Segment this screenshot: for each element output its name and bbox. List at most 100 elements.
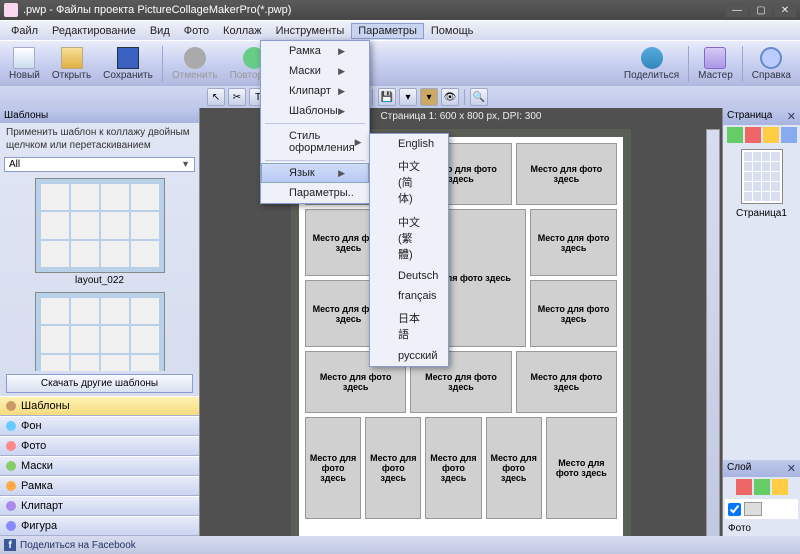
menu-item-masks[interactable]: Маски▶ bbox=[261, 61, 369, 81]
tool-pointer[interactable]: ↖ bbox=[207, 88, 225, 106]
left-tabs: Шаблоны Фон Фото Маски Рамка Клипарт Фиг… bbox=[0, 396, 199, 536]
templates-hint: Применить шаблон к коллажу двойным щелчк… bbox=[0, 123, 199, 155]
layer-label: Фото bbox=[723, 521, 800, 536]
menu-edit[interactable]: Редактирование bbox=[45, 23, 143, 39]
menu-photo[interactable]: Фото bbox=[177, 23, 216, 39]
status-text[interactable]: Поделиться на Facebook bbox=[20, 540, 136, 551]
lang-zh-simplified[interactable]: 中文(简体) bbox=[370, 154, 448, 210]
photo-slot[interactable]: Место для фото здесь bbox=[305, 417, 361, 519]
menu-bar: Файл Редактирование Вид Фото Коллаж Инст… bbox=[0, 20, 800, 40]
photo-slot[interactable]: Место для фото здесь bbox=[546, 417, 617, 519]
delete-layer-icon[interactable] bbox=[736, 479, 752, 495]
template-thumb[interactable]: layout_023 bbox=[35, 292, 165, 371]
tab-background[interactable]: Фон bbox=[0, 416, 199, 436]
save-button[interactable]: Сохранить bbox=[98, 45, 158, 83]
status-bar: f Поделиться на Facebook bbox=[0, 536, 800, 554]
options-menu: Рамка▶ Маски▶ Клипарт▶ Шаблоны▶ Стиль оф… bbox=[260, 40, 370, 204]
menu-file[interactable]: Файл bbox=[4, 23, 45, 39]
tool-crop[interactable]: ✂ bbox=[228, 88, 246, 106]
download-templates-button[interactable]: Скачать другие шаблоны bbox=[6, 374, 193, 393]
save-icon bbox=[117, 47, 139, 69]
share-button[interactable]: Поделиться bbox=[619, 45, 684, 83]
paste-page-icon[interactable] bbox=[781, 127, 797, 143]
toolbar-separator bbox=[742, 46, 743, 82]
lang-francais[interactable]: français bbox=[370, 286, 448, 306]
menu-options[interactable]: Параметры bbox=[351, 23, 424, 39]
app-icon bbox=[4, 3, 18, 17]
tab-shape[interactable]: Фигура bbox=[0, 516, 199, 536]
main-toolbar: Новый Открыть Сохранить Отменить Повтори… bbox=[0, 40, 800, 86]
undo-icon bbox=[184, 47, 206, 69]
photo-slot[interactable]: Место для фото здесь bbox=[516, 351, 617, 413]
photo-slot[interactable]: Место для фото здесь bbox=[365, 417, 421, 519]
page-thumb-label: Страница1 bbox=[723, 208, 800, 219]
minimize-button[interactable]: — bbox=[726, 3, 748, 17]
layer-thumb-icon bbox=[744, 502, 762, 516]
lang-russian[interactable]: русский bbox=[370, 346, 448, 366]
photo-slot[interactable]: Место для фото здесь bbox=[425, 417, 481, 519]
open-button[interactable]: Открыть bbox=[47, 45, 96, 83]
language-submenu: English 中文(简体) 中文(繁體) Deutsch français 日… bbox=[369, 133, 449, 367]
tool-save2[interactable]: 💾 bbox=[378, 88, 396, 106]
close-panel-icon[interactable]: ✕ bbox=[787, 110, 796, 123]
lang-english[interactable]: English bbox=[370, 134, 448, 154]
menu-item-templates[interactable]: Шаблоны▶ bbox=[261, 101, 369, 121]
window-title: .pwp - Файлы проекта PictureCollageMaker… bbox=[23, 4, 726, 16]
wizard-button[interactable]: Мастер bbox=[693, 45, 738, 83]
menu-item-clipart[interactable]: Клипарт▶ bbox=[261, 81, 369, 101]
photo-slot[interactable]: Место для фото здесь bbox=[530, 209, 617, 276]
delete-page-icon[interactable] bbox=[745, 127, 761, 143]
help-button[interactable]: Справка bbox=[747, 45, 796, 83]
menu-help[interactable]: Помощь bbox=[424, 23, 481, 39]
templates-header: Шаблоны bbox=[4, 110, 48, 121]
vertical-scrollbar[interactable] bbox=[706, 129, 720, 536]
template-filter[interactable]: All▼ bbox=[4, 157, 195, 172]
layer-visible-checkbox[interactable] bbox=[728, 503, 741, 516]
photo-slot[interactable]: Место для фото здесь bbox=[516, 143, 617, 205]
right-panel: Страница✕ Страница1 Слой✕ Фото bbox=[722, 108, 800, 536]
wizard-icon bbox=[704, 47, 726, 69]
tool-zoom[interactable]: 🔍 bbox=[470, 88, 488, 106]
page-panel-header: Страница bbox=[727, 110, 772, 123]
page-thumbnail[interactable] bbox=[741, 149, 783, 204]
down-layer-icon[interactable] bbox=[772, 479, 788, 495]
menu-item-language[interactable]: Язык▶ bbox=[261, 163, 369, 183]
up-layer-icon[interactable] bbox=[754, 479, 770, 495]
tab-clipart[interactable]: Клипарт bbox=[0, 496, 199, 516]
lang-deutsch[interactable]: Deutsch bbox=[370, 266, 448, 286]
tool-eye[interactable]: 👁 bbox=[441, 88, 459, 106]
tool-bg[interactable]: ▾ bbox=[420, 88, 438, 106]
layer-item[interactable] bbox=[725, 499, 798, 519]
tab-frame[interactable]: Рамка bbox=[0, 476, 199, 496]
menu-view[interactable]: Вид bbox=[143, 23, 177, 39]
lang-japanese[interactable]: 日本語 bbox=[370, 306, 448, 346]
menu-item-frame[interactable]: Рамка▶ bbox=[261, 41, 369, 61]
tool-strip: ↖ ✂ T ⟳ ↔ ▦ ▤ 💾 ▾ ▾ 👁 🔍 bbox=[0, 86, 800, 108]
menu-item-settings[interactable]: Параметры.. bbox=[261, 183, 369, 203]
undo-button[interactable]: Отменить bbox=[167, 45, 223, 83]
menu-item-style[interactable]: Стиль оформления▶ bbox=[261, 126, 369, 158]
tab-masks[interactable]: Маски bbox=[0, 456, 199, 476]
help-icon bbox=[760, 47, 782, 69]
left-panel: Шаблоны Применить шаблон к коллажу двойн… bbox=[0, 108, 200, 536]
close-panel-icon[interactable]: ✕ bbox=[787, 462, 796, 475]
toolbar-separator bbox=[688, 46, 689, 82]
new-icon bbox=[13, 47, 35, 69]
menu-collage[interactable]: Коллаж bbox=[216, 23, 269, 39]
maximize-button[interactable]: ▢ bbox=[750, 3, 772, 17]
menu-tools[interactable]: Инструменты bbox=[269, 23, 352, 39]
new-button[interactable]: Новый bbox=[4, 45, 45, 83]
tab-templates[interactable]: Шаблоны bbox=[0, 396, 199, 416]
thumb-label: layout_022 bbox=[75, 275, 124, 286]
tool-print[interactable]: ▾ bbox=[399, 88, 417, 106]
toolbar-separator bbox=[162, 46, 163, 82]
template-thumb[interactable]: layout_022 bbox=[35, 178, 165, 286]
facebook-icon[interactable]: f bbox=[4, 539, 16, 551]
photo-slot[interactable]: Место для фото здесь bbox=[530, 280, 617, 347]
close-button[interactable]: ✕ bbox=[774, 3, 796, 17]
add-page-icon[interactable] bbox=[727, 127, 743, 143]
photo-slot[interactable]: Место для фото здесь bbox=[486, 417, 542, 519]
lang-zh-traditional[interactable]: 中文(繁體) bbox=[370, 210, 448, 266]
tab-photo[interactable]: Фото bbox=[0, 436, 199, 456]
copy-page-icon[interactable] bbox=[763, 127, 779, 143]
